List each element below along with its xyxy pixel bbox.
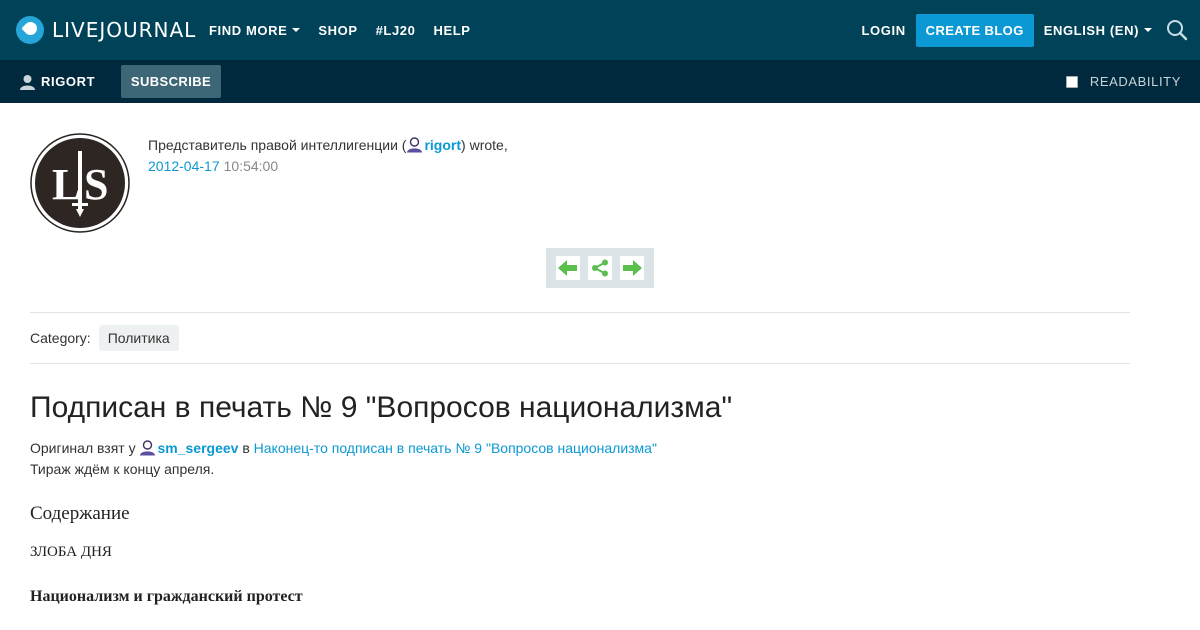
edition-note: Тираж ждём к концу апреля. xyxy=(30,461,215,477)
nav-shop[interactable]: SHOP xyxy=(318,23,357,38)
author-prefix: Представитель правой интеллигенции ( xyxy=(148,137,407,153)
content-line: ЗЛОБА ДНЯ xyxy=(30,544,112,560)
post-navigation xyxy=(546,248,654,288)
original-source: Оригинал взят у sm_sergeev в Наконец-то … xyxy=(30,439,657,457)
post-date[interactable]: 2012-04-17 xyxy=(148,158,220,174)
original-post-link[interactable]: Наконец-то подписан в печать № 9 "Вопрос… xyxy=(254,440,657,456)
category-tag[interactable]: Политика xyxy=(98,325,179,351)
language-label: ENGLISH (EN) xyxy=(1043,22,1139,38)
post-time: 10:54:00 xyxy=(223,158,279,174)
nav-shop-label: SHOP xyxy=(318,22,358,38)
arrow-right-icon xyxy=(623,260,642,276)
nav-help-label: HELP xyxy=(433,22,471,38)
journal-user[interactable]: RIGORT xyxy=(20,60,95,103)
journal-username: RIGORT xyxy=(41,74,96,89)
section-heading: Содержание xyxy=(30,503,130,524)
subscribe-button[interactable]: SUBSCRIBE xyxy=(121,65,221,98)
brand-name: LIVEJOURNAL xyxy=(52,18,197,42)
divider xyxy=(30,312,1130,313)
post-title: Подписан в печать № 9 "Вопросов национал… xyxy=(30,391,733,424)
post-dateline: 2012-04-17 10:54:00 xyxy=(148,157,278,175)
svg-text:S: S xyxy=(84,160,108,209)
svg-text:L: L xyxy=(52,160,81,209)
nav-lj20-label: #LJ20 xyxy=(375,22,416,38)
post-byline: Представитель правой интеллигенции ( rigo… xyxy=(148,136,508,154)
caret-down-icon xyxy=(1144,28,1152,32)
original-user-link[interactable]: sm_sergeev xyxy=(157,440,238,456)
user-icon xyxy=(20,74,35,90)
top-right-actions: LOGIN CREATE BLOG ENGLISH (EN) xyxy=(862,0,1200,60)
nav-find-more[interactable]: FIND MORE xyxy=(209,22,301,38)
livejournal-logo-icon xyxy=(16,16,44,44)
author-link[interactable]: rigort xyxy=(424,137,461,153)
original-in: в xyxy=(242,440,250,456)
post-category: Category: Политика xyxy=(30,325,179,351)
content-heading: Национализм и гражданский протест xyxy=(30,588,303,605)
original-prefix: Оригинал взят у xyxy=(30,440,136,456)
main-nav: FIND MORE SHOP #LJ20 HELP xyxy=(209,0,489,60)
readability-toggle[interactable]: READABILITY xyxy=(1065,60,1181,103)
user-icon xyxy=(407,137,423,153)
language-selector[interactable]: ENGLISH (EN) xyxy=(1044,23,1152,38)
readability-checkbox[interactable] xyxy=(1065,75,1078,88)
journal-bar: RIGORT SUBSCRIBE READABILITY xyxy=(0,60,1200,103)
divider xyxy=(30,363,1130,364)
readability-label: READABILITY xyxy=(1089,74,1181,89)
create-blog-button[interactable]: CREATE BLOG xyxy=(915,13,1034,47)
nav-lj20[interactable]: #LJ20 xyxy=(376,23,416,38)
nav-find-more-label: FIND MORE xyxy=(209,22,288,38)
next-post-button[interactable] xyxy=(620,256,644,280)
caret-down-icon xyxy=(292,28,301,32)
search-icon[interactable] xyxy=(1166,19,1188,41)
category-label: Category: xyxy=(30,330,91,346)
livejournal-logo[interactable]: LIVEJOURNAL xyxy=(16,15,196,45)
login-link[interactable]: LOGIN xyxy=(862,23,906,38)
share-icon xyxy=(592,259,608,277)
nav-help[interactable]: HELP xyxy=(433,23,470,38)
author-suffix: ) wrote, xyxy=(461,137,508,153)
top-navigation-bar: LIVEJOURNAL FIND MORE SHOP #LJ20 HELP LO… xyxy=(0,0,1200,60)
user-icon xyxy=(140,440,156,456)
share-button[interactable] xyxy=(588,256,612,280)
arrow-left-icon xyxy=(558,260,577,276)
previous-post-button[interactable] xyxy=(556,256,580,280)
journal-avatar[interactable]: L S xyxy=(30,133,130,233)
